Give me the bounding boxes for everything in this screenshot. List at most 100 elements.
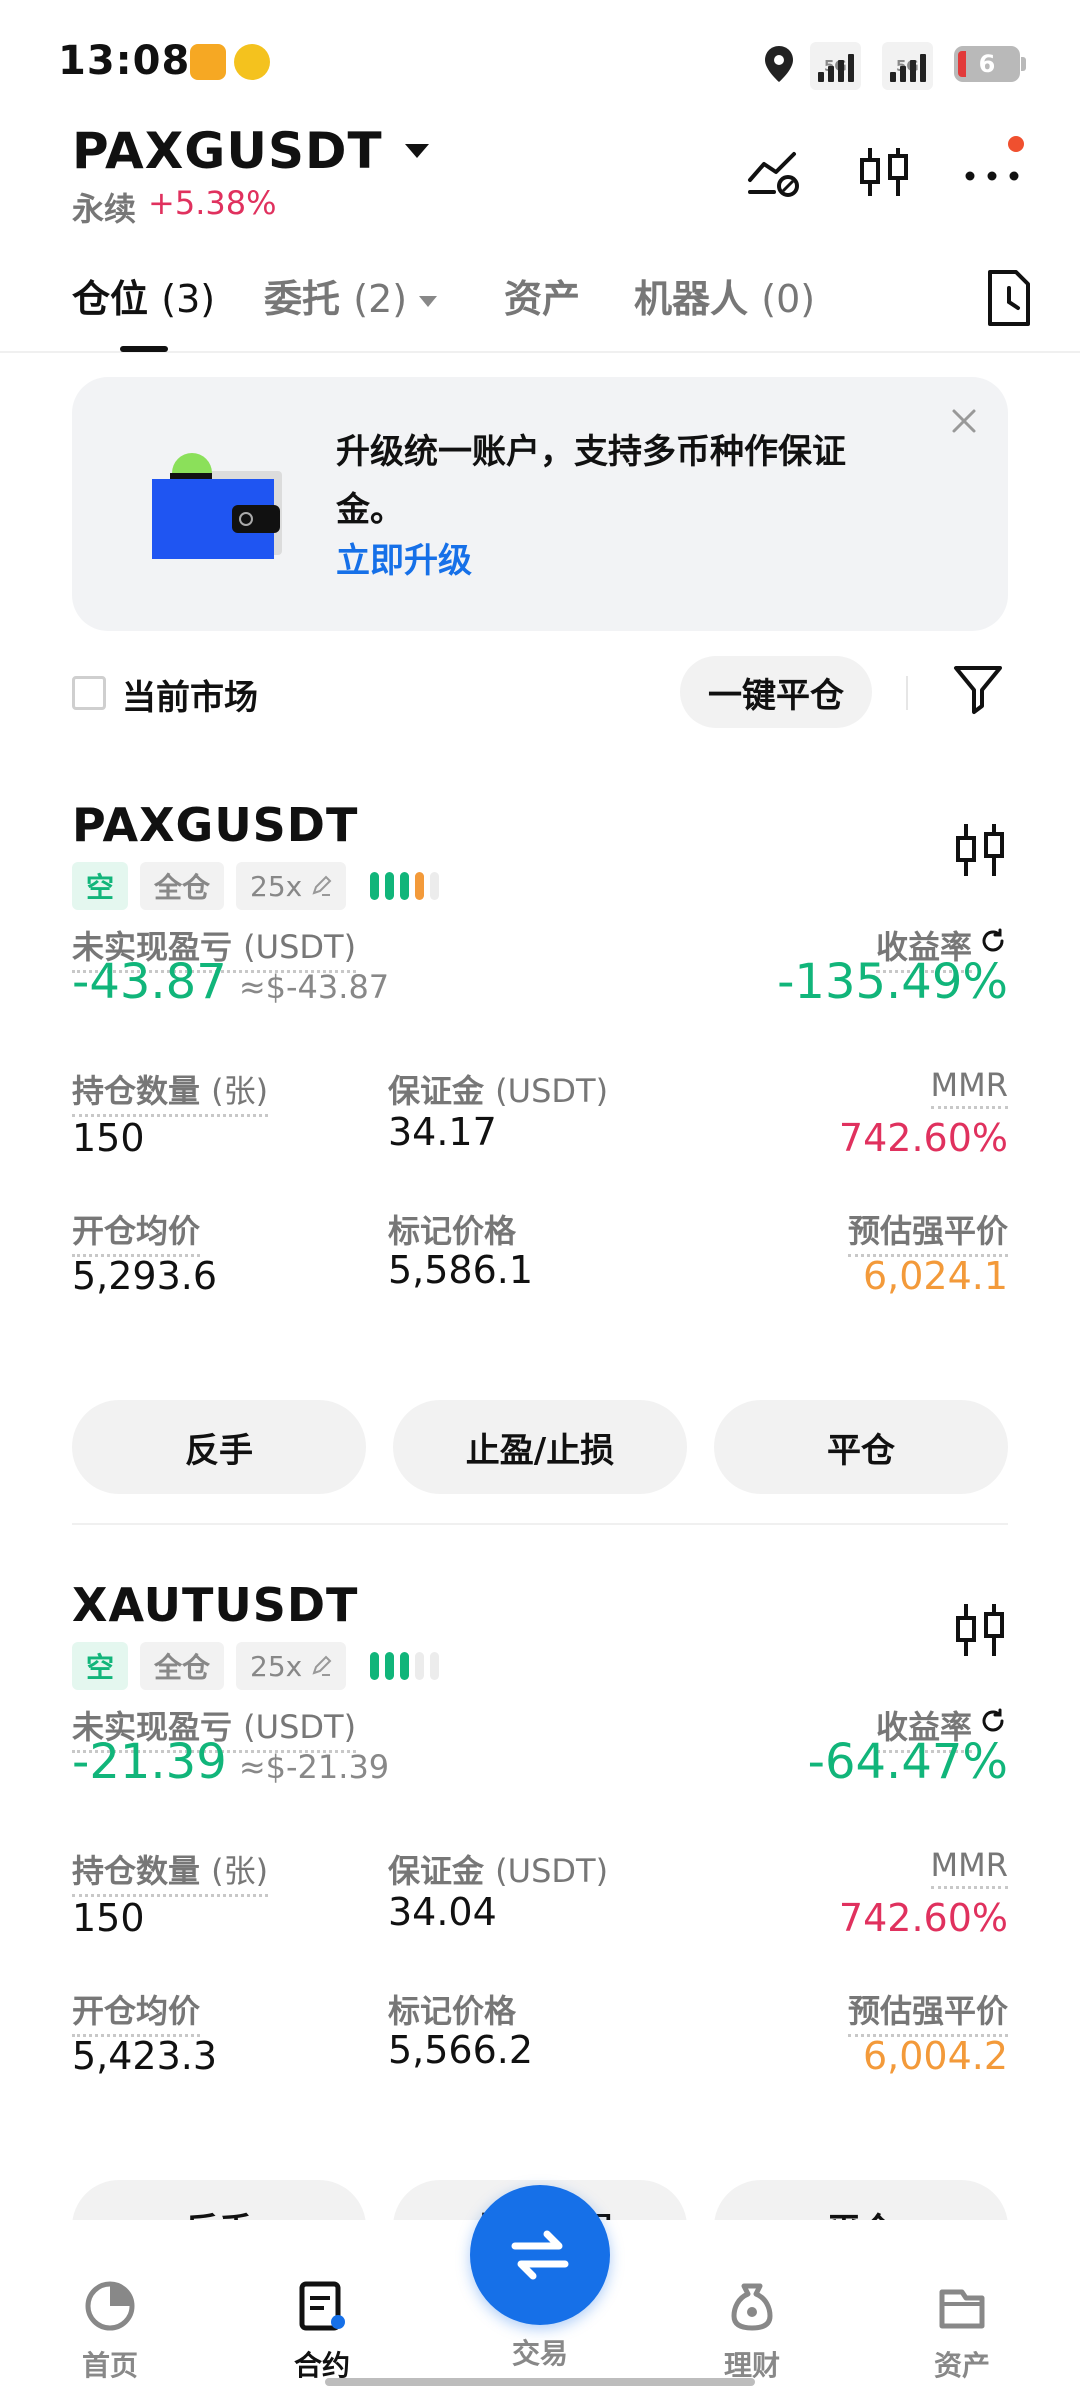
trade-swap-icon	[511, 2230, 569, 2280]
side-badge: 空	[72, 1642, 129, 1690]
filter-funnel-icon[interactable]	[948, 658, 1008, 718]
notification-app-icon-2	[234, 44, 270, 80]
filter-row: 当前市场 一键平仓	[72, 654, 1008, 730]
entry-price-label[interactable]: 开仓均价	[72, 1206, 201, 1257]
side-badge: 空	[72, 862, 129, 910]
strategy-chart-icon[interactable]	[744, 140, 808, 204]
liq-price-label[interactable]: 预估强平价	[847, 1986, 1008, 2037]
battery-icon: 6	[954, 46, 1026, 82]
banner-message: 升级统一账户，支持多币种作保证金。	[336, 432, 846, 530]
futures-icon	[299, 2281, 345, 2331]
symbol-selector[interactable]: PAXGUSDT	[72, 122, 429, 180]
tab-count: (2)	[353, 277, 408, 321]
refresh-icon[interactable]	[978, 926, 1008, 956]
reverse-button[interactable]: 反手	[72, 1400, 366, 1494]
quantity-label[interactable]: 持仓数量 (张)	[72, 1066, 269, 1117]
contract-type: 永续	[72, 190, 137, 228]
upgrade-banner[interactable]: 升级统一账户，支持多币种作保证金。 立即升级	[72, 377, 1008, 631]
tp-sl-button[interactable]: 止盈/止损	[393, 1400, 687, 1494]
header-actions	[744, 136, 1024, 204]
pnl-usd-value: ≈$-43.87	[238, 968, 390, 1006]
tab-orders[interactable]: 委托 (2)	[264, 268, 438, 323]
candlestick-icon[interactable]	[952, 820, 1008, 880]
battery-level: 6	[978, 50, 996, 78]
notification-dot	[1008, 136, 1024, 152]
risk-bar	[385, 1652, 395, 1680]
close-position-button[interactable]: 平仓	[714, 1400, 1008, 1494]
pnl-usd-value: ≈$-21.39	[238, 1748, 390, 1786]
nav-label: 首页	[81, 2349, 138, 2382]
unrealized-pnl: -21.39 ≈$-21.39	[72, 1734, 389, 1790]
history-document-icon[interactable]	[976, 266, 1040, 330]
unrealized-pnl: -43.87 ≈$-43.87	[72, 954, 389, 1010]
nav-label-trade[interactable]: 交易	[470, 2332, 610, 2372]
risk-bar	[385, 872, 395, 900]
nav-home[interactable]: 首页	[40, 2278, 180, 2384]
leverage-badge[interactable]: 25x	[236, 1642, 347, 1690]
header: PAXGUSDT 永续 +5.38%	[0, 110, 1080, 230]
mmr-label[interactable]: MMR	[930, 1066, 1008, 1109]
tab-assets[interactable]: 资产	[504, 268, 580, 323]
close-all-button[interactable]: 一键平仓	[680, 656, 872, 728]
leverage-value: 25x	[250, 1649, 303, 1683]
divider	[906, 676, 908, 710]
tab-bots[interactable]: 机器人 (0)	[634, 268, 815, 323]
tab-label: 委托	[264, 277, 341, 321]
signal-2-icon: 5G	[882, 42, 940, 90]
location-icon	[765, 46, 793, 82]
margin-label: 保证金 (USDT)	[388, 1852, 609, 1890]
risk-bar	[370, 872, 380, 900]
entry-price-label[interactable]: 开仓均价	[72, 1986, 201, 2037]
margin-value: 34.04	[388, 1890, 497, 1934]
liq-price-label[interactable]: 预估强平价	[847, 1206, 1008, 1257]
chevron-down-icon	[419, 296, 438, 307]
trade-swap-button[interactable]	[470, 2185, 610, 2325]
position-tags: 空全仓 25x	[72, 862, 440, 910]
pnl-value: -21.39	[72, 1734, 227, 1790]
current-market-checkbox[interactable]	[72, 676, 106, 710]
quantity-value: 150	[72, 1116, 145, 1160]
roi-value: -135.49%	[777, 954, 1008, 1010]
position-symbol[interactable]: PAXGUSDT	[72, 798, 358, 852]
tab-bar: 仓位 (3) 委托 (2) 资产 机器人 (0)	[0, 258, 1080, 353]
current-market-label[interactable]: 当前市场	[122, 670, 258, 719]
quantity-label[interactable]: 持仓数量 (张)	[72, 1846, 269, 1897]
risk-level-indicator	[370, 1652, 440, 1680]
refresh-icon[interactable]	[978, 1706, 1008, 1736]
upgrade-now-link[interactable]: 立即升级	[336, 533, 472, 582]
roi-value: -64.47%	[807, 1734, 1008, 1790]
edit-pencil-icon	[312, 1655, 332, 1676]
more-menu[interactable]	[960, 136, 1024, 204]
close-icon[interactable]	[944, 401, 984, 441]
risk-bar	[370, 1652, 380, 1680]
mmr-value: 742.60%	[838, 1116, 1008, 1160]
pnl-value: -43.87	[72, 954, 227, 1010]
liq-price-value: 6,004.2	[862, 2034, 1008, 2078]
risk-bar	[415, 1652, 425, 1680]
position-tags: 空全仓 25x	[72, 1642, 440, 1690]
candlestick-icon[interactable]	[952, 1600, 1008, 1660]
home-indicator	[325, 2378, 755, 2386]
margin-mode-badge: 全仓	[140, 862, 225, 910]
tab-positions[interactable]: 仓位 (3)	[72, 268, 215, 323]
mmr-label[interactable]: MMR	[930, 1846, 1008, 1889]
nav-earn[interactable]: 理财	[682, 2278, 822, 2384]
entry-price-value: 5,293.6	[72, 1254, 218, 1298]
leverage-badge[interactable]: 25x	[236, 862, 347, 910]
wallet-illustration-icon	[152, 453, 282, 559]
mark-price-label: 标记价格	[388, 1992, 517, 2030]
risk-level-indicator	[370, 872, 440, 900]
caret-down-icon	[404, 144, 429, 158]
status-indicators: 5G 5G 6	[762, 40, 1026, 90]
nav-futures[interactable]: 合约	[252, 2278, 392, 2384]
wallet-icon	[939, 2289, 985, 2329]
card-divider	[72, 1523, 1008, 1525]
tab-count: (3)	[161, 277, 216, 321]
nav-assets[interactable]: 资产	[892, 2278, 1032, 2384]
notification-app-icon	[190, 44, 226, 80]
candlestick-icon[interactable]	[852, 140, 916, 204]
risk-bar	[415, 872, 425, 900]
edit-pencil-icon	[312, 875, 332, 896]
mark-price-value: 5,566.2	[388, 2028, 534, 2072]
position-symbol[interactable]: XAUTUSDT	[72, 1578, 358, 1632]
